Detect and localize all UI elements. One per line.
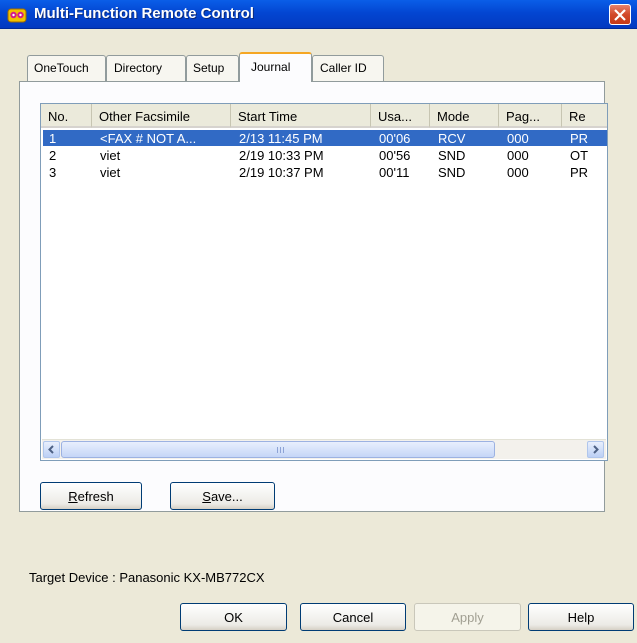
tab-label: Caller ID [320,61,367,75]
tab-label: Journal [251,60,291,74]
tab-setup[interactable]: Setup [186,55,239,81]
ok-label: OK [224,610,243,625]
table-row[interactable]: 3 viet 2/19 10:37 PM 00'11 SND 000 PR [43,164,607,180]
cell-pages: 000 [507,165,529,180]
save-mnemonic: S [202,489,211,504]
apply-button[interactable]: Apply [414,603,521,631]
help-button[interactable]: Help [528,603,634,631]
cell-mode: SND [438,165,466,180]
scroll-right-button[interactable] [587,441,604,458]
tab-label: Setup [193,61,225,75]
refresh-mnemonic: R [68,489,78,504]
cell-no: 1 [49,131,57,146]
table-row[interactable]: 1 <FAX # NOT A... 2/13 11:45 PM 00'06 RC… [43,130,607,146]
tab-journal[interactable]: Journal [239,52,312,82]
tab-label: Directory [114,61,163,75]
cell-pages: 000 [507,148,529,163]
column-header-mode[interactable]: Mode [430,104,499,128]
cell-mode: RCV [438,131,466,146]
apply-label: Apply [451,610,484,625]
journal-list[interactable]: No. Other Facsimile Start Time Usa... Mo… [40,103,608,461]
tab-label: OneTouch [34,61,89,75]
refresh-label: efresh [77,489,114,504]
grip-icon [277,447,278,453]
help-label: Help [567,610,595,625]
grip-icon [280,447,281,453]
tab-directory[interactable]: Directory [106,55,186,81]
cell-usage: 00'56 [379,148,411,163]
column-header-other-facsimile[interactable]: Other Facsimile [92,104,231,128]
horizontal-scrollbar[interactable] [42,439,606,459]
cell-result: PR [570,165,589,180]
cell-pages: 000 [507,131,529,146]
cell-other-facsimile: viet [100,148,121,163]
grip-icon [283,447,284,453]
cancel-label: Cancel [332,610,374,625]
target-device-label: Target Device : Panasonic KX-MB772CX [29,570,265,585]
cell-no: 3 [49,165,57,180]
cell-other-facsimile: viet [100,165,121,180]
window-title: Multi-Function Remote Control [34,5,254,22]
cell-usage: 00'06 [379,131,411,146]
chevron-left-icon [48,445,54,454]
cell-result: OT [570,148,589,163]
chevron-right-icon [593,445,599,454]
save-label: ave... [210,489,243,504]
tab-caller-id[interactable]: Caller ID [312,55,384,81]
table-row[interactable]: 2 viet 2/19 10:33 PM 00'56 SND 000 OT [43,147,607,163]
cancel-button[interactable]: Cancel [300,603,406,631]
refresh-button[interactable]: Refresh [40,482,142,510]
scroll-left-button[interactable] [43,441,60,458]
column-header-result[interactable]: Re [562,104,607,128]
ok-button[interactable]: OK [180,603,287,631]
app-icon[interactable] [7,6,27,27]
cell-result: PR [570,131,589,146]
column-header-start-time[interactable]: Start Time [231,104,371,128]
close-button[interactable] [609,4,631,25]
cell-start-time: 2/19 10:37 PM [239,165,324,180]
cell-other-facsimile: <FAX # NOT A... [100,131,197,146]
cell-no: 2 [49,148,57,163]
scrollbar-thumb[interactable] [61,441,495,458]
cell-start-time: 2/19 10:33 PM [239,148,324,163]
close-icon [614,9,626,21]
save-button[interactable]: Save... [170,482,275,510]
cell-usage: 00'11 [379,165,410,180]
cell-mode: SND [438,148,466,163]
column-header-no[interactable]: No. [41,104,92,128]
column-header-pages[interactable]: Pag... [499,104,562,128]
title-bar[interactable]: Multi-Function Remote Control [0,0,637,29]
column-header-usage[interactable]: Usa... [371,104,430,128]
cell-start-time: 2/13 11:45 PM [239,131,323,146]
tab-onetouch[interactable]: OneTouch [27,55,106,81]
